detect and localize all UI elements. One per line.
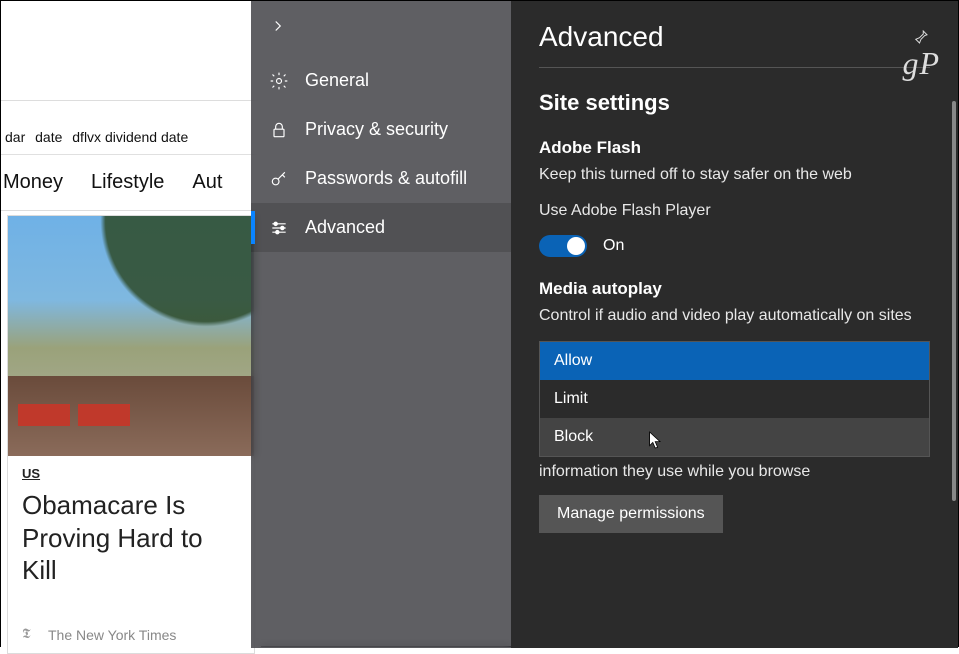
media-autoplay-group: Media autoplay Control if audio and vide… — [539, 279, 930, 533]
pin-icon[interactable] — [912, 28, 930, 46]
article-headline[interactable]: Obamacare Is Proving Hard to Kill — [22, 489, 240, 587]
settings-pane: Advanced gP Site settings Adobe Flash Ke… — [511, 1, 958, 648]
article-image — [8, 216, 254, 456]
permissions-desc-fragment: information they use while you browse — [539, 463, 930, 481]
chevron-right-icon — [269, 17, 287, 35]
address-bar-fragment[interactable]: dar date dflvx dividend date — [1, 101, 261, 155]
section-title: Site settings — [539, 90, 930, 116]
article-source: 𝕿 The New York Times — [22, 627, 240, 643]
nav-label: Advanced — [305, 217, 385, 238]
watermark: gP — [902, 45, 940, 82]
flash-toggle[interactable] — [539, 235, 587, 257]
nav-tab[interactable]: Aut — [192, 171, 222, 194]
autoplay-desc: Control if audio and video play automati… — [539, 305, 930, 327]
flash-toggle-label: Use Adobe Flash Player — [539, 200, 930, 222]
nav-label: General — [305, 70, 369, 91]
dropdown-option-block[interactable]: Block — [540, 418, 929, 456]
source-name: The New York Times — [48, 627, 176, 643]
article-card[interactable]: US Obamacare Is Proving Hard to Kill 𝕿 T… — [7, 215, 255, 654]
dropdown-option-limit[interactable]: Limit — [540, 380, 929, 418]
site-nav-tabs: Money Lifestyle Aut — [1, 155, 261, 211]
lock-icon — [269, 120, 289, 140]
nav-label: Privacy & security — [305, 119, 448, 140]
autoplay-dropdown[interactable]: Allow Limit Block — [539, 341, 930, 457]
pane-title: Advanced — [539, 21, 664, 53]
browser-background: dar date dflvx dividend date Money Lifes… — [1, 1, 261, 648]
nyt-icon: 𝕿 — [22, 627, 38, 643]
option-label: Block — [554, 428, 593, 445]
flash-desc: Keep this turned off to stay safer on th… — [539, 164, 930, 186]
autoplay-title: Media autoplay — [539, 279, 930, 299]
sliders-icon — [269, 218, 289, 238]
gear-icon — [269, 71, 289, 91]
nav-item-general[interactable]: General — [251, 56, 511, 105]
key-icon — [269, 169, 289, 189]
cursor-icon — [648, 430, 664, 450]
article-category[interactable]: US — [22, 466, 240, 481]
url-word: dar — [5, 129, 25, 145]
title-bar-area — [1, 1, 261, 101]
manage-permissions-button[interactable]: Manage permissions — [539, 495, 723, 533]
back-button[interactable] — [251, 1, 511, 50]
scrollbar[interactable] — [952, 101, 956, 501]
dropdown-option-allow[interactable]: Allow — [540, 342, 929, 380]
adobe-flash-group: Adobe Flash Keep this turned off to stay… — [539, 138, 930, 257]
settings-nav-panel: General Privacy & security Passwords & a… — [251, 1, 511, 648]
nav-item-privacy[interactable]: Privacy & security — [251, 105, 511, 154]
nav-item-advanced[interactable]: Advanced — [251, 203, 511, 252]
nav-tab[interactable]: Money — [3, 171, 63, 194]
flash-title: Adobe Flash — [539, 138, 930, 158]
url-word: date — [35, 129, 62, 145]
nav-item-passwords[interactable]: Passwords & autofill — [251, 154, 511, 203]
nav-tab[interactable]: Lifestyle — [91, 171, 164, 194]
nav-label: Passwords & autofill — [305, 168, 467, 189]
flash-toggle-state: On — [603, 237, 624, 255]
url-word: dflvx dividend date — [72, 129, 188, 145]
